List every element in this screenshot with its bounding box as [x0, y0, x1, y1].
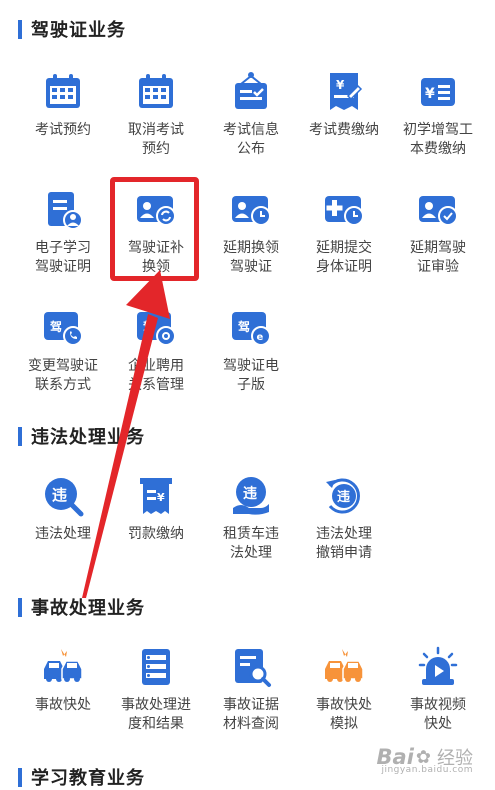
grid-item-defer-license-renew[interactable]: 延期换领 驾驶证	[203, 188, 299, 277]
grid-item-defer-license-review[interactable]: 延期驾驶 证审验	[390, 188, 486, 277]
grid-item-label: 考试预约	[35, 122, 91, 138]
grid-item-defer-medical[interactable]: 延期提交 身体证明	[296, 188, 392, 277]
svg-text:¥: ¥	[425, 86, 435, 102]
section-title: 学习教育业务	[31, 768, 145, 789]
grid-item-exam-booking[interactable]: 考试预约	[15, 70, 111, 140]
section-accent-bar	[18, 597, 22, 617]
grid-item-accident-simulation[interactable]: 事故快处 模拟	[296, 645, 392, 734]
rental-violation-icon: 违	[229, 474, 273, 518]
svg-text:驾: 驾	[237, 319, 250, 334]
grid-item-accident-progress[interactable]: 事故处理进 度和结果	[108, 645, 204, 734]
grid-item-label: 延期提交 身体证明	[316, 240, 372, 275]
svg-text:驾: 驾	[49, 319, 62, 334]
grid-item-label: 电子学习 驾驶证明	[35, 240, 91, 275]
fee-payment-icon: ¥	[322, 70, 366, 114]
license-phone-icon: 驾	[41, 306, 85, 350]
document-user-icon	[41, 188, 85, 232]
grid-item-label: 违法处理	[35, 526, 91, 542]
yuan-card-icon: ¥	[416, 70, 460, 114]
section-title: 违法处理业务	[31, 427, 145, 448]
medical-clock-icon	[322, 188, 366, 232]
violation-revoke-icon: 违	[322, 474, 366, 518]
grid-item-exam-fee[interactable]: ¥ 考试费缴纳	[296, 70, 392, 140]
svg-text:驾: 驾	[142, 319, 155, 334]
accident-progress-icon	[134, 645, 178, 689]
grid-item-cancel-exam[interactable]: 取消考试 预约	[108, 70, 204, 159]
grid-item-label: 事故处理进 度和结果	[121, 697, 191, 732]
grid-item-label: 延期换领 驾驶证	[223, 240, 279, 275]
grid-item-employment-mgmt[interactable]: 驾 企业聘用 关系管理	[108, 306, 204, 395]
license-clock-icon	[229, 188, 273, 232]
section-header: 事故处理业务	[18, 596, 145, 619]
svg-text:违: 违	[337, 489, 350, 505]
section-title: 驾驶证业务	[31, 20, 126, 41]
video-alarm-icon	[416, 645, 460, 689]
highlight-box	[110, 177, 199, 281]
svg-text:违: 违	[243, 485, 257, 502]
grid-item-label: 考试费缴纳	[309, 122, 379, 138]
license-settings-icon: 驾	[134, 306, 178, 350]
grid-item-label: 租赁车违 法处理	[223, 526, 279, 561]
grid-item-label: 企业聘用 关系管理	[128, 358, 184, 393]
section-header: 驾驶证业务	[18, 18, 126, 41]
grid-item-label: 延期驾驶 证审验	[410, 240, 466, 275]
notice-board-icon	[229, 70, 273, 114]
watermark: Bai ✿ 经验 jingyan.baidu.com	[377, 737, 473, 777]
grid-item-label: 事故证据 材料查阅	[223, 697, 279, 732]
grid-item-label: 罚款缴纳	[128, 526, 184, 542]
calendar-icon	[41, 70, 85, 114]
license-check-icon	[416, 188, 460, 232]
grid-item-fine-payment[interactable]: ¥ 罚款缴纳	[108, 474, 204, 544]
accident-simulation-icon	[322, 645, 366, 689]
svg-text:¥: ¥	[336, 78, 345, 92]
accident-cars-icon	[41, 645, 85, 689]
section-header: 违法处理业务	[18, 425, 145, 448]
grid-item-accident-quick[interactable]: 事故快处	[15, 645, 111, 715]
section-accent-bar	[18, 767, 22, 787]
grid-item-violation[interactable]: 违 违法处理	[15, 474, 111, 544]
grid-item-violation-revoke[interactable]: 违 违法处理 撤销申请	[296, 474, 392, 563]
grid-item-label: 驾驶证电 子版	[223, 358, 279, 393]
svg-text:¥: ¥	[157, 491, 165, 504]
grid-item-exam-info[interactable]: 考试信息 公布	[203, 70, 299, 159]
grid-item-video-accident[interactable]: 事故视频 快处	[390, 645, 486, 734]
section-accent-bar	[18, 19, 22, 39]
grid-item-evidence-review[interactable]: 事故证据 材料查阅	[203, 645, 299, 734]
license-digital-icon: 驾e	[229, 306, 273, 350]
grid-item-label: 取消考试 预约	[128, 122, 184, 157]
grid-item-label: 初学增驾工 本费缴纳	[403, 122, 473, 157]
calendar-cancel-icon	[134, 70, 178, 114]
svg-text:e: e	[257, 332, 264, 343]
section-accent-bar	[18, 426, 22, 446]
section-title: 事故处理业务	[31, 598, 145, 619]
violation-search-icon: 违	[41, 474, 85, 518]
grid-item-label: 考试信息 公布	[223, 122, 279, 157]
grid-item-change-contact[interactable]: 驾 变更驾驶证 联系方式	[15, 306, 111, 395]
grid-item-e-license[interactable]: 驾e 驾驶证电 子版	[203, 306, 299, 395]
grid-item-label: 事故快处 模拟	[316, 697, 372, 732]
evidence-search-icon	[229, 645, 273, 689]
watermark-url: jingyan.baidu.com	[381, 765, 473, 775]
grid-item-e-study-cert[interactable]: 电子学习 驾驶证明	[15, 188, 111, 277]
svg-text:违: 违	[52, 486, 67, 504]
grid-item-workbook-fee[interactable]: ¥ 初学增驾工 本费缴纳	[390, 70, 486, 159]
grid-item-rental-violation[interactable]: 违 租赁车违 法处理	[203, 474, 299, 563]
grid-item-label: 违法处理 撤销申请	[316, 526, 372, 561]
fine-receipt-icon: ¥	[134, 474, 178, 518]
grid-item-label: 事故视频 快处	[410, 697, 466, 732]
grid-item-label: 变更驾驶证 联系方式	[28, 358, 98, 393]
grid-item-label: 事故快处	[35, 697, 91, 713]
